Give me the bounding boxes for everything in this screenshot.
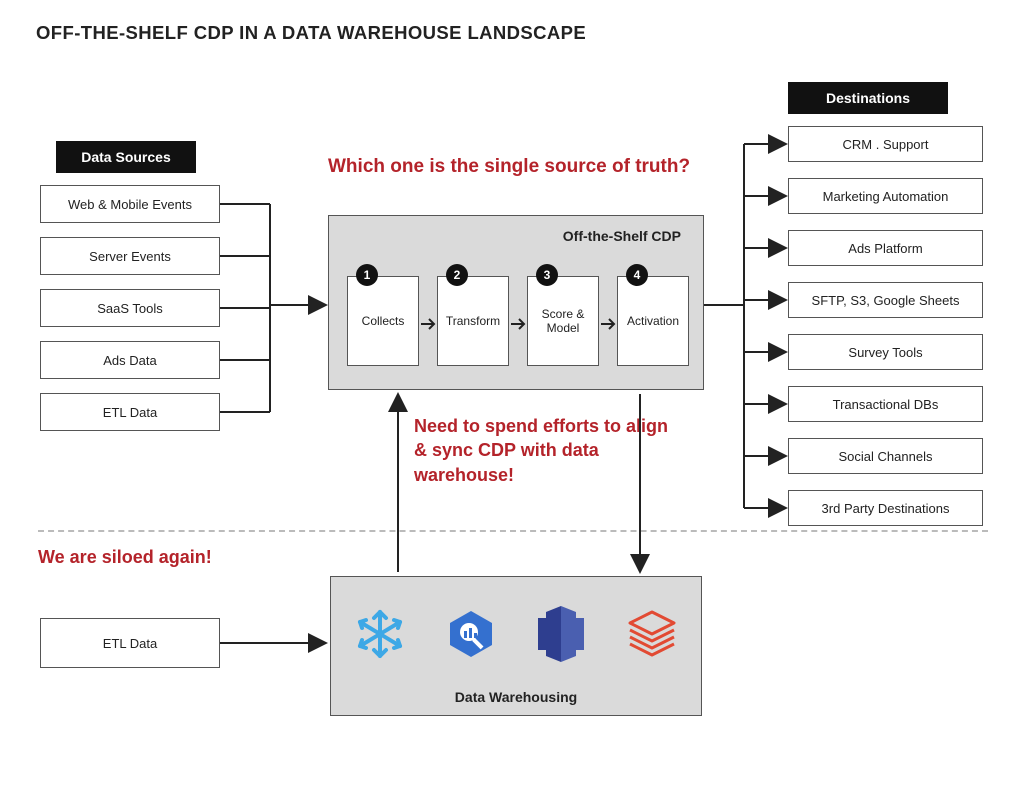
cdp-step-collects: 1 Collects bbox=[347, 276, 419, 366]
connector-sources-to-cdp bbox=[220, 180, 328, 440]
step-number-1: 1 bbox=[356, 264, 378, 286]
dest-crm: CRM . Support bbox=[788, 126, 983, 162]
bigquery-icon bbox=[444, 607, 498, 661]
connector-cdp-to-destinations bbox=[704, 120, 788, 530]
redshift-icon bbox=[534, 604, 588, 664]
step-number-3: 3 bbox=[536, 264, 558, 286]
bottom-etl-box: ETL Data bbox=[40, 618, 220, 668]
cdp-step-transform: 2 Transform bbox=[437, 276, 509, 366]
dest-marketing: Marketing Automation bbox=[788, 178, 983, 214]
source-saas: SaaS Tools bbox=[40, 289, 220, 327]
cdp-step-activation: 4 Activation bbox=[617, 276, 689, 366]
cdp-step-score: 3 Score & Model bbox=[527, 276, 599, 366]
sources-heading: Data Sources bbox=[56, 141, 196, 173]
databricks-icon bbox=[624, 606, 680, 662]
connector-cdp-warehouse bbox=[380, 390, 660, 576]
data-warehousing-label: Data Warehousing bbox=[331, 689, 701, 705]
cdp-step-label: Collects bbox=[362, 314, 405, 328]
arrow-right-icon bbox=[601, 316, 617, 332]
dest-social: Social Channels bbox=[788, 438, 983, 474]
arrow-right-icon bbox=[421, 316, 437, 332]
destinations-heading: Destinations bbox=[788, 82, 948, 114]
cdp-title: Off-the-Shelf CDP bbox=[563, 228, 681, 244]
dest-ads: Ads Platform bbox=[788, 230, 983, 266]
data-warehousing-container: Data Warehousing bbox=[330, 576, 702, 716]
dest-sftp: SFTP, S3, Google Sheets bbox=[788, 282, 983, 318]
step-number-4: 4 bbox=[626, 264, 648, 286]
callout-siloed: We are siloed again! bbox=[38, 545, 212, 569]
connector-etl-to-warehouse bbox=[220, 633, 330, 653]
dest-3rdparty: 3rd Party Destinations bbox=[788, 490, 983, 526]
cdp-container: Off-the-Shelf CDP 1 Collects 2 Transform… bbox=[328, 215, 704, 390]
snowflake-icon bbox=[352, 606, 408, 662]
source-ads: Ads Data bbox=[40, 341, 220, 379]
dest-survey: Survey Tools bbox=[788, 334, 983, 370]
arrow-right-icon bbox=[511, 316, 527, 332]
page-title: OFF-THE-SHELF CDP IN A DATA WAREHOUSE LA… bbox=[36, 22, 586, 44]
source-web-mobile: Web & Mobile Events bbox=[40, 185, 220, 223]
dest-txdb: Transactional DBs bbox=[788, 386, 983, 422]
cdp-step-label: Transform bbox=[446, 314, 500, 328]
source-server: Server Events bbox=[40, 237, 220, 275]
callout-source-of-truth: Which one is the single source of truth? bbox=[328, 154, 690, 180]
step-number-2: 2 bbox=[446, 264, 468, 286]
cdp-step-label: Activation bbox=[627, 314, 679, 328]
cdp-step-label: Score & Model bbox=[532, 307, 594, 335]
source-etl: ETL Data bbox=[40, 393, 220, 431]
